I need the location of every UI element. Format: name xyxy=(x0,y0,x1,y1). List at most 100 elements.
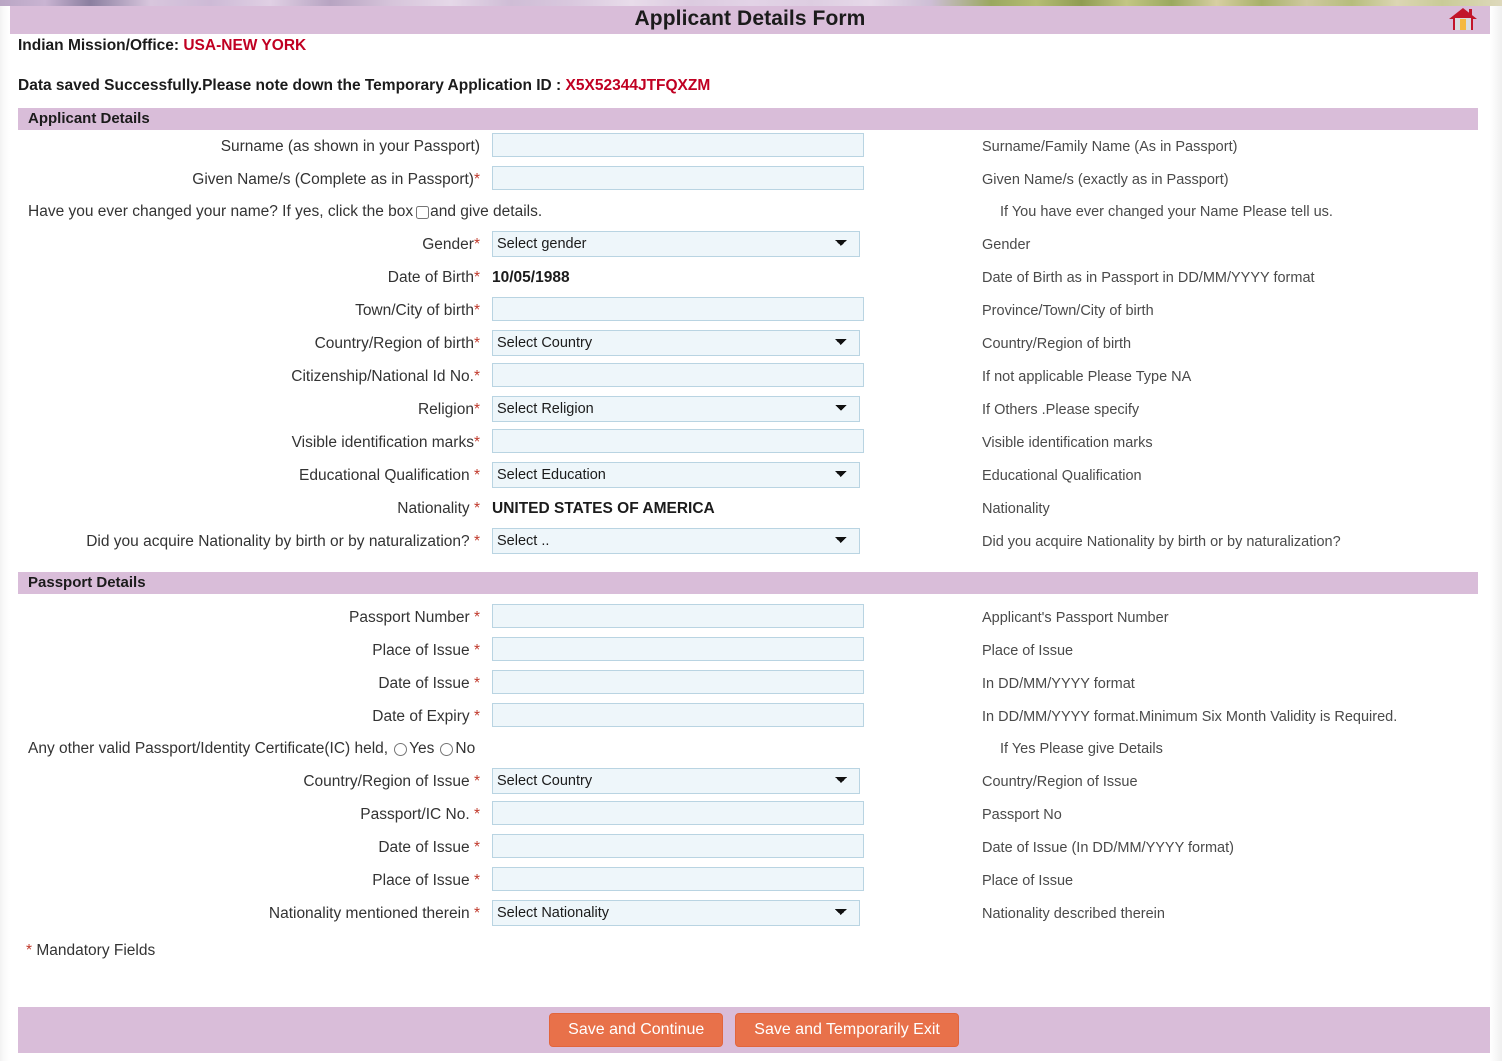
help-other-passport: If Yes Please give Details xyxy=(1000,741,1163,757)
label-passport-ic-no-required: * xyxy=(474,806,480,823)
passport-number-input[interactable] xyxy=(492,604,864,628)
field-row-ic-place-of-issue: Place of Issue * Place of Issue xyxy=(0,864,1490,897)
field-row-nationality-therein: Nationality mentioned therein * Select N… xyxy=(0,897,1490,930)
label-nationality-acquired: Did you acquire Nationality by birth or … xyxy=(0,525,492,551)
field-visible-marks xyxy=(492,426,982,453)
label-citizenship-id-required: * xyxy=(474,368,480,385)
country-of-birth-select[interactable]: Select Country xyxy=(492,330,860,356)
label-nationality-acquired-required: * xyxy=(474,533,480,550)
label-passport-ic-no: Passport/IC No. * xyxy=(0,798,492,824)
help-ic-date-of-issue: Date of Issue (In DD/MM/YYYY format) xyxy=(982,831,1490,857)
label-education-text: Educational Qualification xyxy=(299,467,474,484)
page-right-edge xyxy=(1490,0,1502,1061)
date-of-issue-input[interactable] xyxy=(492,670,864,694)
saved-message-line: Data saved Successfully.Please note down… xyxy=(18,77,710,95)
help-gender: Gender xyxy=(982,228,1490,254)
field-education: Select Education xyxy=(492,459,982,488)
label-country-of-issue-text: Country/Region of Issue xyxy=(303,773,474,790)
field-nationality: UNITED STATES OF AMERICA xyxy=(492,492,982,518)
help-changed-name: If You have ever changed your Name Pleas… xyxy=(1000,204,1333,220)
label-passport-number-text: Passport Number xyxy=(349,609,474,626)
country-of-issue-select[interactable]: Select Country xyxy=(492,768,860,794)
label-country-of-issue: Country/Region of Issue * xyxy=(0,765,492,791)
help-nationality-acquired: Did you acquire Nationality by birth or … xyxy=(982,525,1490,551)
ic-place-of-issue-input[interactable] xyxy=(492,867,864,891)
help-nationality-therein: Nationality described therein xyxy=(982,897,1490,923)
field-row-ic-date-of-issue: Date of Issue * Date of Issue (In DD/MM/… xyxy=(0,831,1490,864)
label-country-of-birth-text: Country/Region of birth xyxy=(315,335,474,352)
label-town-city-of-birth-required: * xyxy=(474,302,480,319)
label-date-of-birth: Date of Birth* xyxy=(0,261,492,287)
town-city-of-birth-input[interactable] xyxy=(492,297,864,321)
changed-name-checkbox[interactable] xyxy=(416,206,429,219)
save-and-continue-button[interactable]: Save and Continue xyxy=(549,1013,723,1047)
other-passport-label: Any other valid Passport/Identity Certif… xyxy=(28,740,388,758)
field-date-of-issue xyxy=(492,667,982,694)
label-religion-required: * xyxy=(474,401,480,418)
other-passport-radio-yes[interactable] xyxy=(394,743,407,756)
help-place-of-issue: Place of Issue xyxy=(982,634,1490,660)
label-ic-date-of-issue-text: Date of Issue xyxy=(378,839,474,856)
field-row-education: Educational Qualification * Select Educa… xyxy=(0,459,1490,492)
label-visible-marks: Visible identification marks* xyxy=(0,426,492,452)
form-area: Applicant Details Surname (as shown in y… xyxy=(0,108,1490,960)
field-passport-ic-no xyxy=(492,798,982,825)
ic-date-of-issue-input[interactable] xyxy=(492,834,864,858)
citizenship-id-input[interactable] xyxy=(492,363,864,387)
label-education: Educational Qualification * xyxy=(0,459,492,485)
field-row-citizenship-id: Citizenship/National Id No.* If not appl… xyxy=(0,360,1490,393)
label-date-of-issue-required: * xyxy=(474,675,480,692)
field-row-other-passport: Any other valid Passport/Identity Certif… xyxy=(0,733,1490,765)
field-religion: Select Religion xyxy=(492,393,982,422)
religion-select[interactable]: Select Religion xyxy=(492,396,860,422)
help-education: Educational Qualification xyxy=(982,459,1490,485)
help-citizenship-id: If not applicable Please Type NA xyxy=(982,360,1490,386)
label-passport-number: Passport Number * xyxy=(0,601,492,627)
label-education-required: * xyxy=(474,467,480,484)
label-nationality-acquired-text: Did you acquire Nationality by birth or … xyxy=(86,533,474,550)
section-header-applicant-details: Applicant Details xyxy=(18,108,1478,130)
field-country-of-birth: Select Country xyxy=(492,327,982,356)
home-icon[interactable] xyxy=(1448,5,1478,33)
label-nationality-text: Nationality xyxy=(397,500,474,517)
help-given-name: Given Name/s (exactly as in Passport) xyxy=(982,163,1490,189)
date-of-expiry-input[interactable] xyxy=(492,703,864,727)
help-surname: Surname/Family Name (As in Passport) xyxy=(982,130,1490,156)
label-country-of-issue-required: * xyxy=(474,773,480,790)
label-nationality-therein: Nationality mentioned therein * xyxy=(0,897,492,923)
label-date-of-expiry: Date of Expiry * xyxy=(0,700,492,726)
footer-action-bar: Save and Continue Save and Temporarily E… xyxy=(18,1007,1490,1053)
label-date-of-expiry-required: * xyxy=(474,708,480,725)
passport-ic-no-input[interactable] xyxy=(492,801,864,825)
save-and-temporarily-exit-button[interactable]: Save and Temporarily Exit xyxy=(735,1013,959,1047)
date-of-birth-value: 10/05/1988 xyxy=(492,264,570,287)
field-row-place-of-issue: Place of Issue * Place of Issue xyxy=(0,634,1490,667)
visible-marks-input[interactable] xyxy=(492,429,864,453)
other-passport-radio-no[interactable] xyxy=(440,743,453,756)
label-country-of-birth: Country/Region of birth* xyxy=(0,327,492,353)
label-nationality: Nationality * xyxy=(0,492,492,518)
given-name-input[interactable] xyxy=(492,166,864,190)
label-religion: Religion* xyxy=(0,393,492,419)
place-of-issue-input[interactable] xyxy=(492,637,864,661)
temporary-application-id: X5X52344JTFQXZM xyxy=(566,77,711,94)
surname-input[interactable] xyxy=(492,133,864,157)
label-gender-text: Gender xyxy=(422,236,474,253)
field-passport-number xyxy=(492,601,982,628)
label-town-city-of-birth-text: Town/City of birth xyxy=(355,302,474,319)
label-visible-marks-text: Visible identification marks xyxy=(292,434,474,451)
nationality-therein-select[interactable]: Select Nationality xyxy=(492,900,860,926)
field-date-of-expiry xyxy=(492,700,982,727)
label-surname: Surname (as shown in your Passport) xyxy=(0,130,492,156)
field-row-gender: Gender* Select gender Gender xyxy=(0,228,1490,261)
label-nationality-therein-required: * xyxy=(474,905,480,922)
gender-select[interactable]: Select gender xyxy=(492,231,860,257)
label-religion-text: Religion xyxy=(418,401,474,418)
field-row-nationality: Nationality * UNITED STATES OF AMERICA N… xyxy=(0,492,1490,525)
label-visible-marks-required: * xyxy=(474,434,480,451)
changed-name-inline: Have you ever changed your name? If yes,… xyxy=(0,196,1490,228)
nationality-acquired-select[interactable]: Select .. xyxy=(492,528,860,554)
education-select[interactable]: Select Education xyxy=(492,462,860,488)
label-given-name: Given Name/s (Complete as in Passport)* xyxy=(0,163,492,189)
field-row-changed-name: Have you ever changed your name? If yes,… xyxy=(0,196,1490,228)
